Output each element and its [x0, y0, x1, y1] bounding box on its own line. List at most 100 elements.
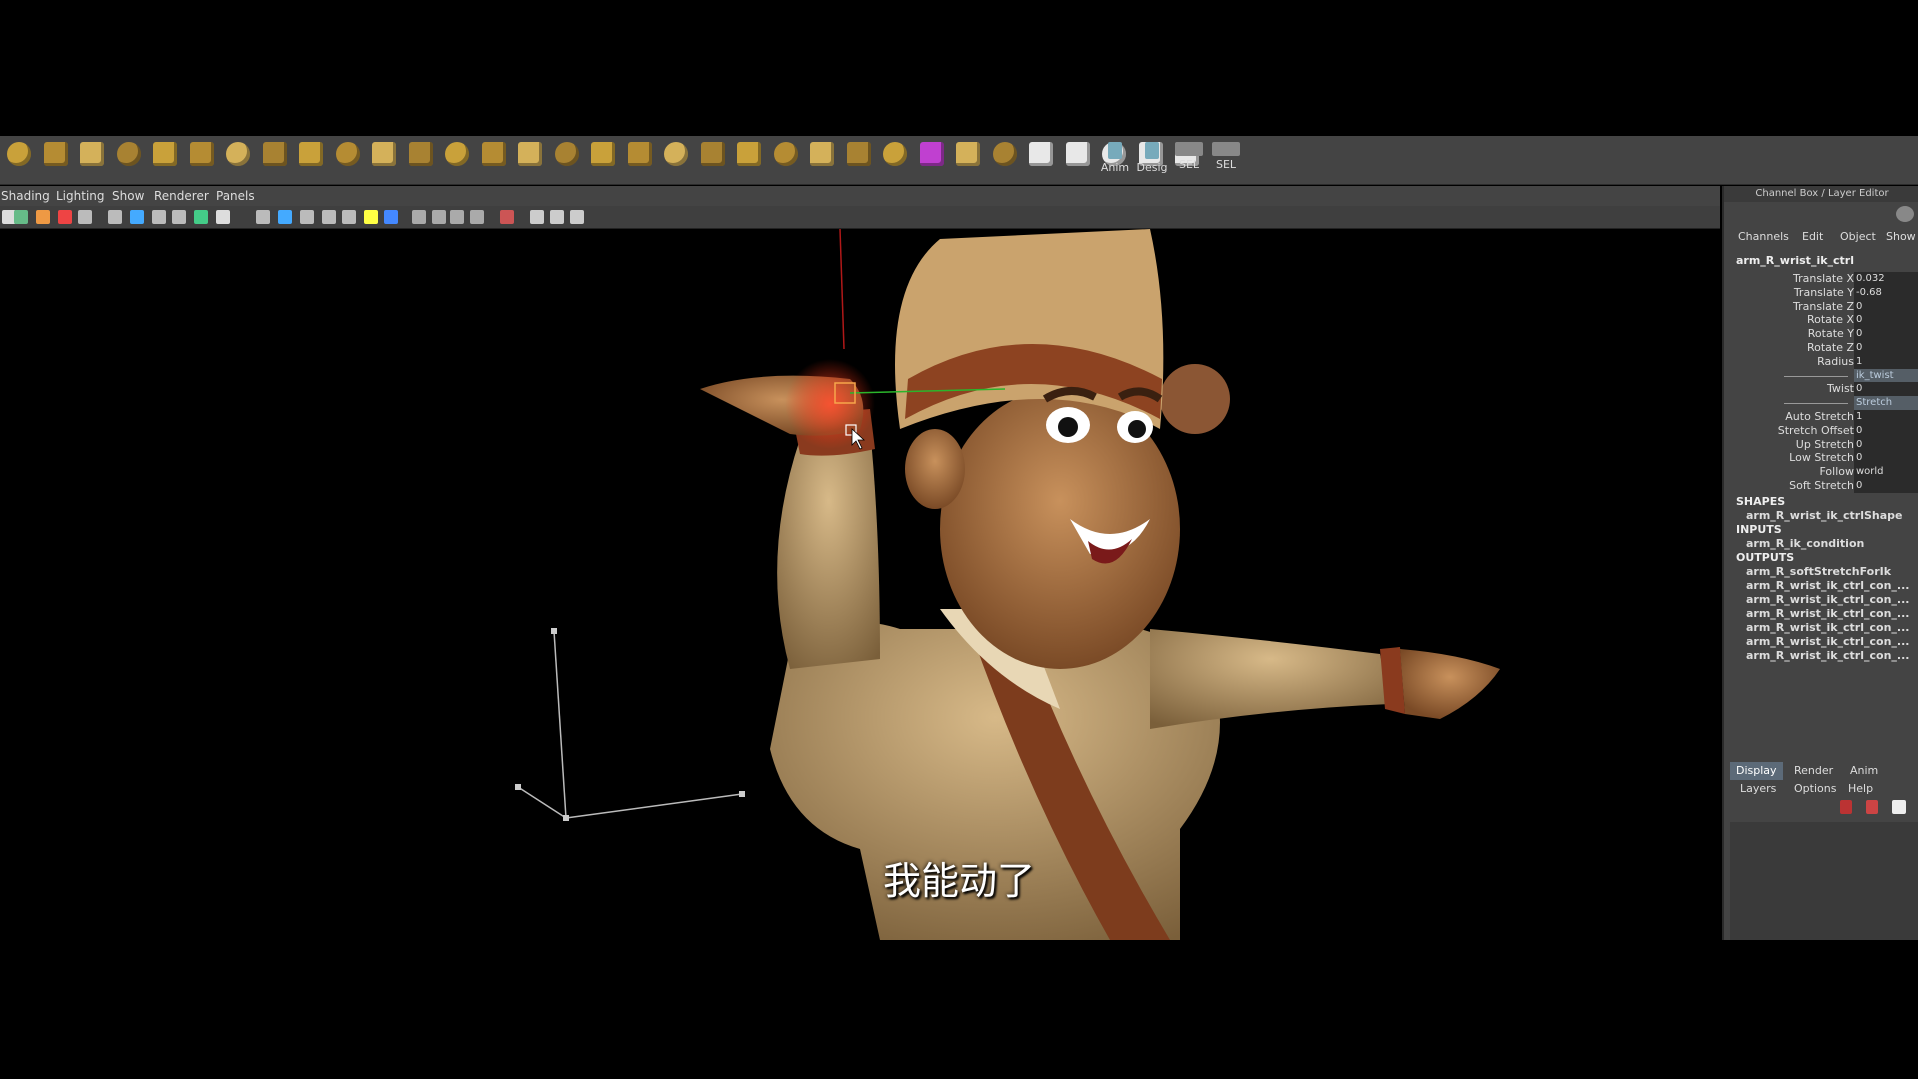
- shelf-extrude-button[interactable]: [333, 142, 363, 174]
- shelf-checker-button[interactable]: [1026, 142, 1056, 174]
- connected-node-item[interactable]: arm_R_wrist_ik_ctrl_con_...: [1746, 593, 1909, 606]
- grid-icon[interactable]: [78, 210, 92, 224]
- screen-ambient-icon[interactable]: [384, 210, 398, 224]
- le-menu-options[interactable]: Options: [1794, 782, 1836, 795]
- shelf-poly-cylinder-button[interactable]: [77, 142, 107, 174]
- wireframe-icon[interactable]: [256, 210, 270, 224]
- channel-label[interactable]: Rotate X: [1807, 313, 1854, 326]
- shelf-merge-button[interactable]: [661, 142, 691, 174]
- channel-value-field[interactable]: 0: [1854, 451, 1918, 466]
- safe-title-icon[interactable]: [194, 210, 208, 224]
- layer-list-area[interactable]: [1730, 822, 1918, 940]
- cb-menu-object[interactable]: Object: [1840, 230, 1876, 243]
- xray-components-icon[interactable]: [450, 210, 464, 224]
- shelf-wedge-button[interactable]: [734, 142, 764, 174]
- film-gate-icon[interactable]: [108, 210, 122, 224]
- textured-icon[interactable]: [322, 210, 336, 224]
- tab-render[interactable]: Render: [1788, 762, 1839, 780]
- menu-shading[interactable]: Shading: [1, 189, 50, 203]
- wireframe-on-shaded-icon[interactable]: [300, 210, 314, 224]
- connected-node-item[interactable]: arm_R_ik_condition: [1746, 537, 1864, 550]
- connected-node-item[interactable]: arm_R_wrist_ik_ctrl_con_...: [1746, 621, 1909, 634]
- channel-label[interactable]: Translate X: [1793, 272, 1854, 285]
- channel-box-toggle-icon[interactable]: [1896, 206, 1914, 222]
- connected-node-item[interactable]: arm_R_wrist_ik_ctrl_con_...: [1746, 649, 1909, 662]
- channel-value-field[interactable]: 0: [1854, 479, 1918, 493]
- new-layer-selected-icon[interactable]: [1866, 800, 1878, 814]
- shelf-anim-button[interactable]: Anim: [1098, 142, 1132, 174]
- xray-icon[interactable]: [412, 210, 426, 224]
- shelf-separate-button[interactable]: [552, 142, 582, 174]
- shelf-sel-button-1[interactable]: SEL: [1172, 142, 1206, 174]
- shelf-crease-button[interactable]: [917, 142, 947, 174]
- cb-menu-channels[interactable]: Channels: [1738, 230, 1789, 243]
- channel-label[interactable]: Radius: [1817, 355, 1854, 368]
- shelf-poly-cone-button[interactable]: [114, 142, 144, 174]
- tab-display[interactable]: Display: [1730, 762, 1783, 780]
- field-chart-icon[interactable]: [152, 210, 166, 224]
- channel-value-field[interactable]: -0.68: [1854, 285, 1918, 300]
- channel-label[interactable]: Auto Stretch: [1785, 410, 1854, 423]
- new-layer-icon[interactable]: [1840, 800, 1852, 814]
- channel-label[interactable]: Rotate Z: [1807, 341, 1854, 354]
- shelf-poly-pyramid-button[interactable]: [223, 142, 253, 174]
- camera-attr-icon[interactable]: [14, 210, 28, 224]
- shelf-smooth-button[interactable]: [479, 142, 509, 174]
- shelf-poly-helix-button[interactable]: [296, 142, 326, 174]
- shelf-boolean-button[interactable]: [442, 142, 472, 174]
- shelf-sculpt-button[interactable]: [990, 142, 1020, 174]
- shelf-combine-button[interactable]: [515, 142, 545, 174]
- tab-anim[interactable]: Anim: [1844, 762, 1884, 780]
- channel-label[interactable]: Translate Y: [1794, 286, 1854, 299]
- channel-label[interactable]: Soft Stretch: [1789, 479, 1854, 492]
- channel-value-field[interactable]: 0: [1854, 382, 1918, 397]
- channel-label[interactable]: Stretch Offset: [1778, 424, 1854, 437]
- resolution-gate-icon[interactable]: [130, 210, 144, 224]
- shelf-fill-hole-button[interactable]: [698, 142, 728, 174]
- connected-node-item[interactable]: arm_R_wrist_ik_ctrl_con_...: [1746, 635, 1909, 648]
- channel-label[interactable]: Low Stretch: [1789, 451, 1854, 464]
- menu-renderer[interactable]: Renderer: [154, 189, 209, 203]
- use-lights-icon[interactable]: [342, 210, 356, 224]
- shelf-extract-button[interactable]: [880, 142, 910, 174]
- le-menu-layers[interactable]: Layers: [1740, 782, 1776, 795]
- shelf-mirror-button[interactable]: [588, 142, 618, 174]
- channel-value-field[interactable]: 0: [1854, 327, 1918, 342]
- pan-zoom-icon[interactable]: [216, 210, 230, 224]
- frame-all-icon[interactable]: [530, 210, 544, 224]
- viewport-3d[interactable]: [0, 229, 1720, 940]
- menu-panels[interactable]: Panels: [216, 189, 255, 203]
- channel-label[interactable]: Twist: [1827, 382, 1854, 395]
- shelf-uv-layout-button[interactable]: [1063, 142, 1093, 174]
- cb-menu-show[interactable]: Show: [1886, 230, 1916, 243]
- shelf-poke-button[interactable]: [771, 142, 801, 174]
- selected-node-name[interactable]: arm_R_wrist_ik_ctrl: [1736, 254, 1854, 267]
- shelf-poly-plane-button[interactable]: [150, 142, 180, 174]
- channel-label[interactable]: Rotate Y: [1808, 327, 1854, 340]
- shelf-bridge-button[interactable]: [406, 142, 436, 174]
- channel-label[interactable]: Follow: [1819, 465, 1854, 478]
- isolate-select-icon[interactable]: [500, 210, 514, 224]
- shelf-design-button[interactable]: Desig: [1135, 142, 1169, 174]
- channel-value-field[interactable]: 0: [1854, 437, 1918, 452]
- channel-value-field[interactable]: 0: [1854, 423, 1918, 438]
- channel-value-field[interactable]: world: [1854, 465, 1918, 480]
- xray-joints-icon[interactable]: [432, 210, 446, 224]
- connected-node-item[interactable]: arm_R_softStretchForIk: [1746, 565, 1891, 578]
- shelf-split-button[interactable]: [625, 142, 655, 174]
- shelf-poly-pipe-button[interactable]: [260, 142, 290, 174]
- image-plane-icon[interactable]: [58, 210, 72, 224]
- empty-layer-icon[interactable]: [1892, 800, 1906, 814]
- ik-locator-lines[interactable]: [515, 628, 745, 821]
- backface-icon[interactable]: [470, 210, 484, 224]
- shelf-poly-torus-button[interactable]: [187, 142, 217, 174]
- bookmark-icon[interactable]: [36, 210, 50, 224]
- channel-value-field[interactable]: 0: [1854, 341, 1918, 355]
- cb-menu-edit[interactable]: Edit: [1802, 230, 1823, 243]
- shelf-duplicate-button[interactable]: [953, 142, 983, 174]
- shelf-append-button[interactable]: [807, 142, 837, 174]
- channel-value-field[interactable]: 0: [1854, 299, 1918, 314]
- le-menu-help[interactable]: Help: [1848, 782, 1873, 795]
- connected-node-item[interactable]: arm_R_wrist_ik_ctrl_con_...: [1746, 579, 1909, 592]
- hud-icon[interactable]: [570, 210, 584, 224]
